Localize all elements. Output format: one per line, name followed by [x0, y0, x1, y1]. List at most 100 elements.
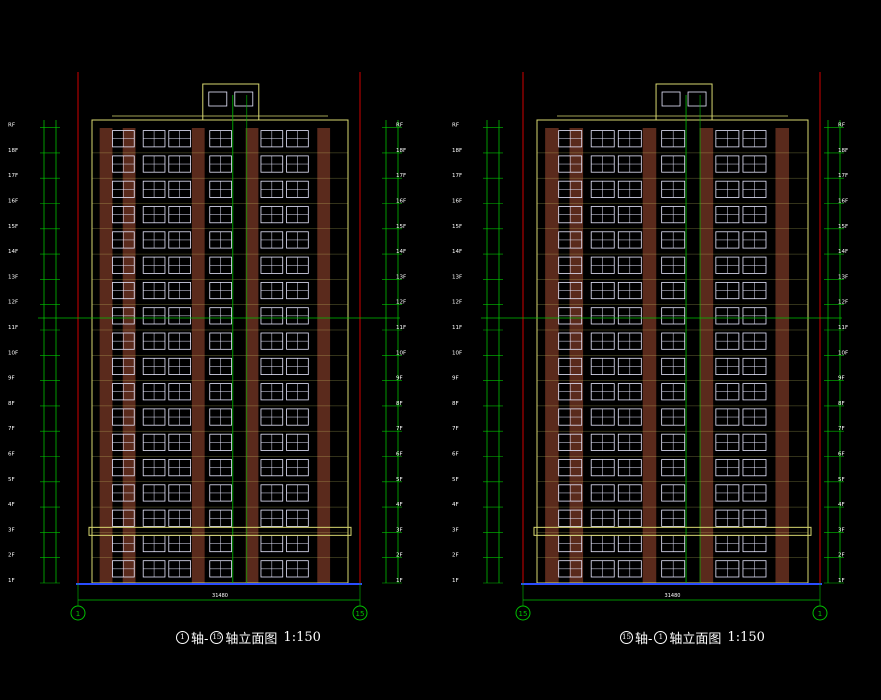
floor-level-label: 9F	[396, 376, 403, 382]
floor-level-label: 5F	[452, 477, 459, 483]
floor-level-label: 17F	[838, 173, 848, 179]
floor-level-label: 14F	[396, 249, 406, 255]
floor-level-label: 10F	[838, 350, 848, 356]
floor-level-label: 6F	[8, 451, 15, 457]
floor-level-label: 7F	[396, 426, 403, 432]
floor-level-label: 17F	[452, 173, 462, 179]
floor-level-label: 8F	[8, 401, 15, 407]
title-scale: 1:150	[727, 630, 765, 645]
floor-level-label: 11F	[452, 325, 462, 331]
roof-window	[687, 91, 707, 107]
floor-level-label: 11F	[838, 325, 848, 331]
floor-level-label: 10F	[8, 350, 18, 356]
brown-wall-pier	[569, 128, 584, 583]
floor-level-label: 17F	[8, 173, 18, 179]
floor-level-label: 13F	[396, 274, 406, 280]
brown-wall-pier	[699, 128, 714, 583]
floor-level-label: 12F	[452, 300, 462, 306]
floor-level-label: 4F	[838, 502, 845, 508]
floor-level-label: 3F	[838, 527, 845, 533]
axis-bubble-icon: 15	[210, 631, 224, 644]
axis-bubble-label: 15	[356, 610, 365, 618]
floor-level-label: 13F	[452, 274, 462, 280]
floor-level-label: 13F	[838, 274, 848, 280]
floor-level-label: 3F	[452, 527, 459, 533]
floor-level-label: 18F	[838, 148, 848, 154]
floor-level-label: 10F	[396, 350, 406, 356]
brown-wall-pier	[642, 128, 657, 583]
floor-level-label: 16F	[396, 198, 406, 204]
floor-level-label: 15F	[8, 224, 18, 230]
floor-level-label: 14F	[452, 249, 462, 255]
title-scale: 1:150	[283, 630, 321, 645]
floor-level-label: 1F	[838, 578, 845, 584]
floor-level-label: 8F	[838, 401, 845, 407]
floor-level-label: 3F	[396, 527, 403, 533]
floor-level-label: 8F	[452, 401, 459, 407]
floor-level-label: 2F	[8, 553, 15, 559]
floor-level-label: 18F	[452, 148, 462, 154]
floor-level-label: 5F	[8, 477, 15, 483]
floor-level-label: RF	[452, 123, 459, 129]
brown-wall-pier	[245, 128, 259, 583]
title-suffix: 轴立面图	[669, 632, 722, 647]
floor-level-label: 15F	[838, 224, 848, 230]
axis-bubble-icon: 1	[176, 631, 189, 644]
right-drawing-title: 15 轴- 1 轴立面图 1:150	[620, 628, 765, 647]
floor-level-label: 1F	[396, 578, 403, 584]
floor-level-label: 12F	[396, 300, 406, 306]
roof-stair-tower	[202, 83, 260, 121]
floor-level-label: 5F	[838, 477, 845, 483]
floor-level-label: 5F	[396, 477, 403, 483]
floor-level-label: 9F	[452, 376, 459, 382]
floor-level-label: 16F	[838, 198, 848, 204]
floor-level-label: 14F	[8, 249, 18, 255]
brown-wall-pier	[99, 128, 113, 583]
floor-level-label: 4F	[8, 502, 15, 508]
floor-level-label: 7F	[452, 426, 459, 432]
floor-level-label: 16F	[8, 198, 18, 204]
axis-bubble-label: 1	[76, 610, 80, 618]
title-suffix: 轴立面图	[225, 632, 278, 647]
floor-level-label: 2F	[452, 553, 459, 559]
floor-level-label: 16F	[452, 198, 462, 204]
left-elevation: 1F2F3F4F5F6F7F8F9F10F11F12F13F14F15F16F1…	[8, 72, 406, 621]
cad-canvas: 1F 2F 3F 4F 5F 6F 7F 8F 9F 10F 11F 12F 13F 14F 15F 16F 1…	[0, 0, 881, 700]
floor-level-label: 15F	[452, 224, 462, 230]
floor-level-label: 1F	[8, 578, 15, 584]
brown-wall-pier	[122, 128, 136, 583]
floor-level-label: 1F	[452, 578, 459, 584]
floor-level-label: 17F	[396, 173, 406, 179]
floor-level-label: RF	[8, 123, 15, 129]
axis-bubble-label: 1	[818, 610, 822, 618]
floor-level-label: 4F	[452, 502, 459, 508]
roof-window	[234, 91, 254, 107]
floor-level-label: RF	[396, 123, 403, 129]
title-mid: 轴-	[635, 632, 653, 647]
floor-level-label: 11F	[396, 325, 406, 331]
floor-level-label: RF	[838, 123, 845, 129]
floor-level-label: 18F	[8, 148, 18, 154]
floor-level-label: 13F	[8, 274, 18, 280]
floor-level-label: 9F	[838, 376, 845, 382]
axis-bubble-icon: 15	[620, 631, 633, 644]
brown-wall-pier	[545, 128, 559, 583]
floor-level-label: 4F	[396, 502, 403, 508]
floor-level-label: 12F	[838, 300, 848, 306]
floor-level-label: 10F	[452, 350, 462, 356]
floor-level-label: 6F	[452, 451, 459, 457]
floor-level-label: 6F	[838, 451, 845, 457]
floor-level-label: 18F	[396, 148, 406, 154]
brown-wall-pier	[317, 128, 331, 583]
floor-level-label: 14F	[838, 249, 848, 255]
floor-level-label: 2F	[396, 553, 403, 559]
floor-level-label: 7F	[8, 426, 15, 432]
floor-level-label: 8F	[396, 401, 403, 407]
floor-level-label: 15F	[396, 224, 406, 230]
elevation-drawings: 1F2F3F4F5F6F7F8F9F10F11F12F13F14F15F16F1…	[8, 72, 848, 621]
brown-wall-pier	[775, 128, 790, 583]
axis-bubble-icon: 1	[654, 631, 668, 644]
floor-level-label: 9F	[8, 376, 15, 382]
roof-stair-tower	[655, 83, 713, 121]
title-mid: 轴-	[191, 632, 209, 647]
